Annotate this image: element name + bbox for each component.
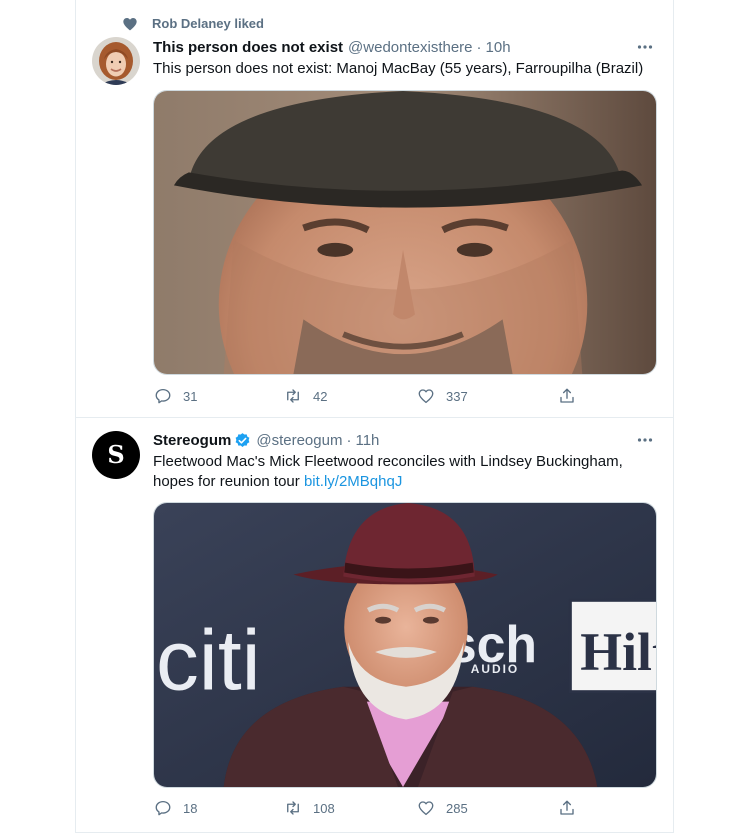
share-icon — [557, 386, 577, 406]
retweet-count: 108 — [313, 800, 335, 816]
reply-button[interactable]: 18 — [153, 798, 197, 818]
separator: · — [476, 38, 482, 56]
tweet-link[interactable]: bit.ly/2MBqhqJ — [304, 473, 402, 490]
media-brand-middle-sub: AUDIO — [471, 662, 519, 676]
timeline-column: Rob Delaney liked This person does not e… — [75, 0, 674, 833]
separator: · — [346, 431, 352, 449]
reply-count: 31 — [183, 388, 198, 404]
like-count: 285 — [446, 800, 468, 816]
like-button[interactable]: 337 — [416, 386, 468, 406]
tweet-actions: 18 108 285 — [153, 798, 574, 818]
author-name[interactable]: This person does not exist — [153, 39, 343, 56]
reply-icon — [153, 798, 173, 818]
reply-icon — [153, 386, 173, 406]
more-icon[interactable] — [633, 430, 657, 450]
share-button[interactable] — [557, 386, 577, 406]
retweet-icon — [283, 798, 303, 818]
retweet-button[interactable]: 108 — [283, 798, 335, 818]
share-button[interactable] — [557, 798, 577, 818]
social-context-text[interactable]: Rob Delaney liked — [152, 16, 264, 31]
like-icon — [416, 386, 436, 406]
reply-count: 18 — [183, 800, 198, 816]
author-name[interactable]: Stereogum — [153, 432, 231, 449]
author-handle[interactable]: @stereogum — [256, 432, 342, 449]
tweet-text: This person does not exist: Manoj MacBay… — [153, 60, 644, 77]
tweet-photo[interactable] — [153, 90, 657, 375]
retweet-count: 42 — [313, 388, 328, 404]
tweet-text: Fleetwood Mac's Mick Fleetwood reconcile… — [153, 452, 653, 492]
tweet-actions: 31 42 337 — [153, 386, 574, 406]
tweet-photo[interactable]: citi sch AUDIO Hilt — [153, 502, 657, 788]
reply-button[interactable]: 31 — [153, 386, 197, 406]
media-brand-left: citi — [156, 614, 261, 709]
tweet[interactable]: Rob Delaney liked This person does not e… — [76, 0, 673, 418]
retweet-icon — [283, 386, 303, 406]
tweet[interactable]: S Stereogum @stereogum · 11h Fleetwood M… — [76, 418, 673, 833]
retweet-button[interactable]: 42 — [283, 386, 327, 406]
social-context[interactable]: Rob Delaney liked — [120, 14, 264, 34]
timestamp[interactable]: 11h — [355, 432, 379, 449]
verified-icon — [234, 432, 251, 449]
author-handle[interactable]: @wedontexisthere — [348, 39, 472, 56]
like-icon — [416, 798, 436, 818]
like-count: 337 — [446, 388, 468, 404]
media-brand-right: Hilt — [580, 622, 656, 682]
tweet-header: Stereogum @stereogum · 11h — [153, 430, 379, 450]
avatar[interactable] — [92, 37, 140, 85]
more-icon[interactable] — [633, 37, 657, 57]
tweet-header: This person does not exist @wedontexisth… — [153, 37, 511, 57]
heart-icon — [120, 14, 140, 34]
like-button[interactable]: 285 — [416, 798, 468, 818]
timestamp[interactable]: 10h — [486, 39, 511, 56]
avatar[interactable]: S — [92, 431, 140, 479]
share-icon — [557, 798, 577, 818]
avatar-letter: S — [107, 440, 125, 469]
